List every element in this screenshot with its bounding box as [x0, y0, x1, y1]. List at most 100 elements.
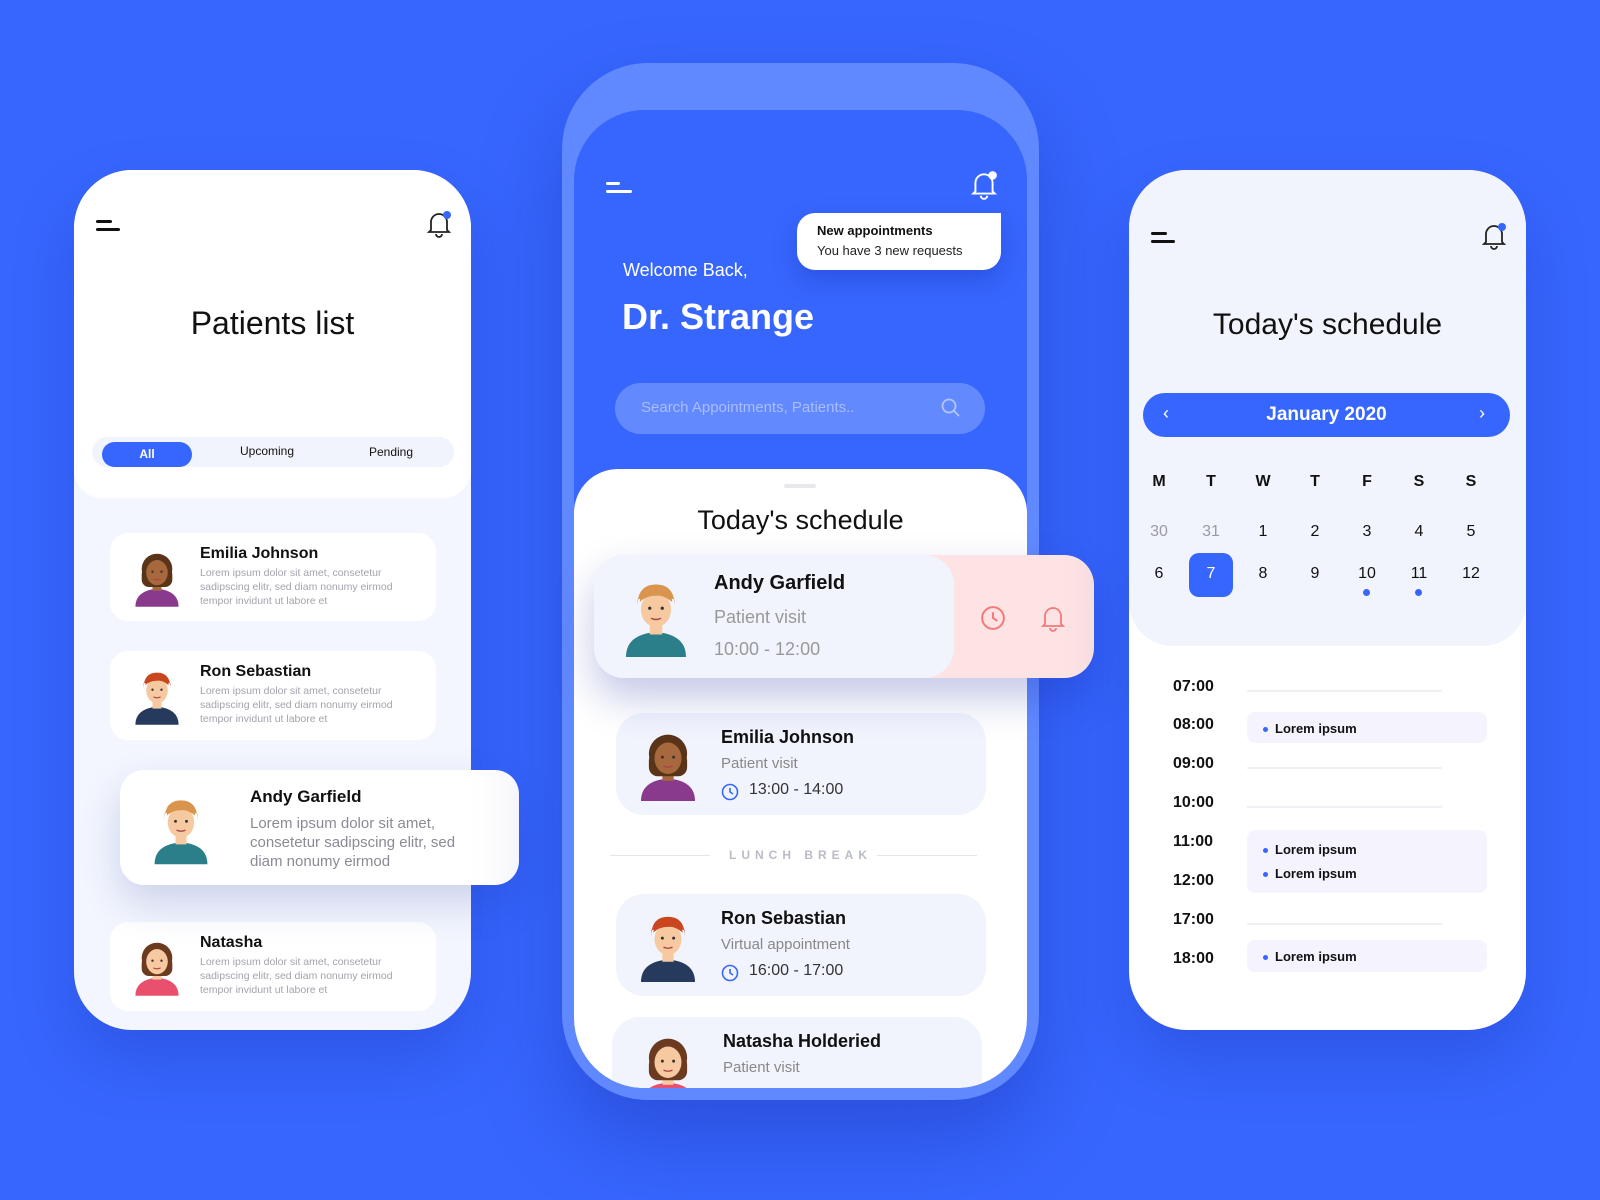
weekday-label: T	[1310, 473, 1320, 490]
menu-icon[interactable]	[96, 220, 122, 232]
search-placeholder: Search Appointments, Patients..	[641, 399, 855, 416]
patient-card-highlighted[interactable]: Andy Garfield Lorem ipsum dolor sit amet…	[120, 770, 519, 885]
calendar-day[interactable]: 9	[1295, 565, 1335, 583]
avatar	[648, 1038, 688, 1088]
appointment-name: Natasha Holderied	[723, 1031, 882, 1051]
reminder-bell-icon[interactable]	[1040, 604, 1066, 632]
avatar	[154, 800, 208, 865]
event-label: Lorem ipsum	[1275, 949, 1357, 964]
appointment-name: Andy Garfield	[714, 572, 846, 594]
calendar-day[interactable]: 7	[1191, 565, 1231, 583]
calendar-day[interactable]: 12	[1451, 565, 1491, 583]
hour-divider	[1247, 767, 1442, 769]
doctor-name: Dr. Strange	[622, 296, 815, 337]
avatar	[626, 584, 686, 657]
weekday-label: F	[1362, 473, 1372, 490]
page-title: Patients list	[190, 305, 355, 341]
page-title: Today's schedule	[1212, 308, 1443, 341]
tab-upcoming[interactable]: Upcoming	[222, 444, 312, 458]
calendar-day[interactable]: 1	[1243, 523, 1283, 541]
tab-all[interactable]: All	[102, 442, 192, 467]
notification-title: New appointments	[817, 223, 933, 238]
hour-label: 10:00	[1173, 794, 1214, 811]
month-selector: ‹ January 2020 ›	[1143, 393, 1510, 437]
appointment-swipe-actions: Andy Garfield Patient visit 10:00 - 12:0…	[594, 555, 1094, 678]
calendar-day[interactable]: 31	[1191, 523, 1231, 541]
patient-card[interactable]: Ron Sebastian Lorem ipsum dolor sit amet…	[110, 651, 436, 740]
event-label: Lorem ipsum	[1275, 866, 1357, 881]
event-indicator-dot	[1415, 589, 1422, 596]
appointment-time: 10:00 - 12:00	[714, 639, 821, 659]
bell-icon[interactable]	[970, 170, 998, 200]
next-month-icon[interactable]: ›	[1479, 403, 1485, 424]
calendar-day[interactable]: 8	[1243, 565, 1283, 583]
hour-divider	[1247, 806, 1442, 808]
hour-label: 12:00	[1173, 872, 1214, 889]
calendar-screen: Today's schedule ‹ January 2020 › M T W T F S…	[1129, 170, 1526, 1030]
appointment-card[interactable]: Emilia Johnson Patient visit 13:00 - 14:…	[616, 713, 986, 815]
appointment-card[interactable]: Natasha Holderied Patient visit	[612, 1017, 982, 1088]
bell-icon[interactable]	[426, 210, 452, 238]
calendar-day[interactable]: 30	[1139, 523, 1179, 541]
appointment-card[interactable]: Ron Sebastian Virtual appointment 16:00 …	[616, 894, 986, 996]
divider	[877, 855, 977, 856]
avatar	[135, 553, 179, 607]
event-block[interactable]: Lorem ipsum	[1247, 712, 1487, 743]
appointment-card-active[interactable]: Andy Garfield Patient visit 10:00 - 12:0…	[594, 555, 954, 678]
hour-divider	[1247, 923, 1442, 925]
patient-name: Ron Sebastian	[200, 663, 312, 680]
event-block[interactable]: Lorem ipsum	[1247, 940, 1487, 972]
hour-label: 09:00	[1173, 755, 1214, 772]
weekday-label: S	[1413, 473, 1425, 490]
tab-pending[interactable]: Pending	[346, 445, 436, 459]
patient-name: Emilia Johnson	[200, 545, 319, 562]
event-indicator-dot	[1363, 589, 1370, 596]
patient-name: Andy Garfield	[250, 787, 362, 806]
appointment-type: Patient visit	[723, 1059, 800, 1076]
hour-divider	[1247, 690, 1442, 692]
avatar	[135, 672, 179, 725]
patient-name: Natasha	[200, 934, 263, 951]
notification-body: You have 3 new requests	[817, 243, 963, 258]
event-block[interactable]: Lorem ipsum Lorem ipsum	[1247, 830, 1487, 893]
filter-tabs: All Upcoming Pending	[92, 437, 454, 467]
calendar-day[interactable]: 3	[1347, 523, 1387, 541]
appointment-time: 13:00 - 14:00	[749, 781, 844, 798]
reschedule-clock-icon[interactable]	[980, 605, 1006, 631]
hour-label: 07:00	[1173, 678, 1214, 695]
calendar-day[interactable]: 11	[1399, 565, 1439, 583]
hour-label: 17:00	[1173, 911, 1214, 928]
appointment-type: Patient visit	[721, 755, 798, 772]
search-input[interactable]: Search Appointments, Patients..	[615, 383, 985, 434]
menu-icon[interactable]	[606, 182, 632, 194]
schedule-title: Today's schedule	[697, 505, 904, 535]
weekday-label: M	[1152, 473, 1166, 490]
calendar-day[interactable]: 2	[1295, 523, 1335, 541]
weekday-label: S	[1465, 473, 1477, 490]
patient-description: Lorem ipsum dolor sit amet, consetetur s…	[200, 956, 393, 996]
patient-description: Lorem ipsum dolor sit amet, consetetur s…	[200, 567, 393, 607]
hour-label: 18:00	[1173, 950, 1214, 967]
calendar-day[interactable]: 10	[1347, 565, 1387, 583]
patient-card[interactable]: Emilia Johnson Lorem ipsum dolor sit ame…	[110, 533, 436, 621]
welcome-text: Welcome Back,	[623, 260, 748, 280]
notification-popup[interactable]: New appointments You have 3 new requests	[797, 213, 1001, 270]
month-label: January 2020	[1266, 404, 1387, 425]
avatar	[641, 916, 695, 982]
patient-description: Lorem ipsum dolor sit amet, consetetur s…	[250, 815, 456, 870]
calendar-day[interactable]: 6	[1139, 565, 1179, 583]
appointment-time: 16:00 - 17:00	[749, 962, 844, 979]
appointment-name: Emilia Johnson	[721, 727, 855, 747]
patient-card[interactable]: Natasha Lorem ipsum dolor sit amet, cons…	[110, 922, 436, 1011]
calendar-day[interactable]: 4	[1399, 523, 1439, 541]
bell-icon[interactable]	[1481, 222, 1507, 250]
hour-label: 11:00	[1173, 833, 1214, 850]
drag-handle[interactable]	[784, 484, 816, 488]
avatar	[641, 734, 695, 801]
hour-label: 08:00	[1173, 716, 1214, 733]
calendar-day[interactable]: 5	[1451, 523, 1491, 541]
menu-icon[interactable]	[1151, 232, 1177, 244]
clock-icon	[721, 783, 739, 801]
search-icon[interactable]	[941, 398, 961, 418]
appointment-type: Virtual appointment	[721, 936, 850, 953]
